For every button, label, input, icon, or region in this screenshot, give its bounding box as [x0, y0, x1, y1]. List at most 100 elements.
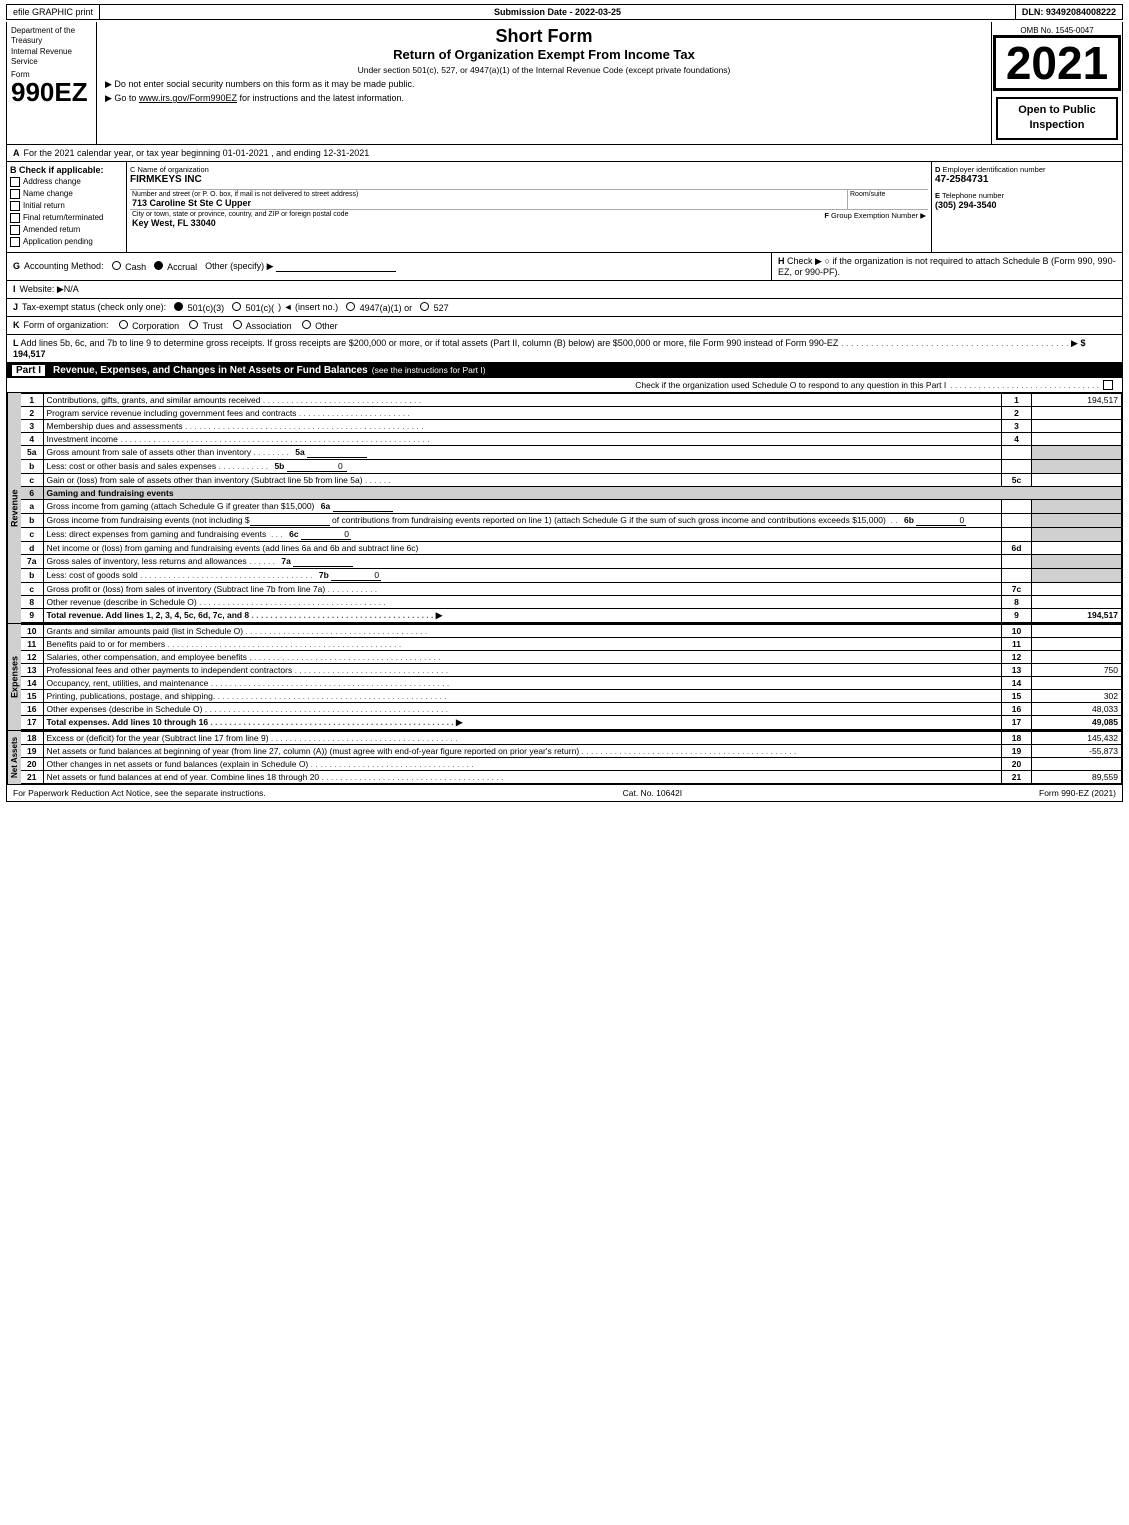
k-trust[interactable]: Trust — [189, 320, 223, 331]
j-option-2[interactable]: 501(c)( — [232, 302, 274, 313]
cash-option[interactable]: Cash — [112, 261, 147, 272]
j-radio-2[interactable] — [232, 302, 241, 311]
year-block: OMB No. 1545-0047 2021 Open to Public In… — [992, 22, 1122, 144]
city-state-row: City or town, state or province, country… — [130, 209, 928, 229]
table-row: 17 Total expenses. Add lines 10 through … — [21, 715, 1122, 729]
table-row: 21 Net assets or fund balances at end of… — [21, 770, 1122, 783]
section-f: F Group Exemption Number ▶ — [824, 211, 926, 228]
footer: For Paperwork Reduction Act Notice, see … — [6, 785, 1123, 802]
address-row: Number and street (or P. O. box, if mail… — [130, 189, 928, 209]
bcd-row: B Check if applicable: Address change Na… — [6, 162, 1123, 253]
expenses-table: 10 Grants and similar amounts paid (list… — [21, 624, 1122, 730]
check-application-pending[interactable]: Application pending — [10, 237, 123, 247]
paperwork-notice: For Paperwork Reduction Act Notice, see … — [13, 788, 266, 798]
k-corp[interactable]: Corporation — [119, 320, 180, 331]
ein-value: 47-2584731 — [935, 174, 1119, 185]
section-a-label: A — [13, 148, 20, 158]
k-other[interactable]: Other — [302, 320, 338, 331]
table-row: 16 Other expenses (describe in Schedule … — [21, 702, 1122, 715]
city-state-block: City or town, state or province, country… — [132, 211, 348, 228]
part-i-title: Revenue, Expenses, and Changes in Net As… — [53, 365, 368, 376]
page: efile GRAPHIC print Submission Date - 20… — [0, 0, 1129, 806]
section-a: A For the 2021 calendar year, or tax yea… — [6, 145, 1123, 162]
open-public-badge: Open to Public Inspection — [996, 97, 1118, 140]
table-row: 18 Excess or (deficit) for the year (Sub… — [21, 731, 1122, 744]
table-row: 7a Gross sales of inventory, less return… — [21, 554, 1122, 568]
other-option[interactable]: Other (specify) ▶ — [205, 261, 396, 272]
net-assets-table: 18 Excess or (deficit) for the year (Sub… — [21, 731, 1122, 784]
section-b: B Check if applicable: Address change Na… — [7, 162, 127, 252]
section-i: I Website: ▶N/A — [6, 281, 1123, 299]
top-bar: efile GRAPHIC print Submission Date - 20… — [6, 4, 1123, 20]
address-field: Number and street (or P. O. box, if mail… — [130, 190, 848, 209]
table-row: 13 Professional fees and other payments … — [21, 663, 1122, 676]
bullet2: ▶ Go to www.irs.gov/Form990EZ for instru… — [105, 93, 983, 104]
expenses-side-label: Expenses — [7, 624, 21, 730]
table-row: c Gross profit or (loss) from sales of i… — [21, 582, 1122, 595]
table-row: b Less: cost or other basis and sales ex… — [21, 459, 1122, 473]
j-option-5[interactable]: 527 — [420, 302, 449, 313]
table-row: 19 Net assets or fund balances at beginn… — [21, 744, 1122, 757]
table-row: 1 Contributions, gifts, grants, and simi… — [21, 393, 1122, 406]
table-row: 9 Total revenue. Add lines 1, 2, 3, 4, 5… — [21, 608, 1122, 622]
table-row: 20 Other changes in net assets or fund b… — [21, 757, 1122, 770]
check-address-change[interactable]: Address change — [10, 177, 123, 187]
j-radio-5[interactable] — [420, 302, 429, 311]
table-row: 14 Occupancy, rent, utilities, and maint… — [21, 676, 1122, 689]
k-assoc[interactable]: Association — [233, 320, 292, 331]
gh-row: G Accounting Method: Cash Accrual Other … — [6, 253, 1123, 281]
part-i-label: Part I — [12, 365, 45, 376]
return-title: Return of Organization Exempt From Incom… — [105, 47, 983, 62]
section-l: L Add lines 5b, 6c, and 7b to line 9 to … — [6, 335, 1123, 363]
j-radio-1[interactable] — [174, 302, 183, 311]
table-row: 2 Program service revenue including gove… — [21, 406, 1122, 419]
table-row: 4 Investment income . . . . . . . . . . … — [21, 432, 1122, 445]
revenue-section: Revenue 1 Contributions, gifts, grants, … — [6, 393, 1123, 624]
section-g: G Accounting Method: Cash Accrual Other … — [7, 253, 772, 280]
org-name-label: C Name of organization — [130, 165, 928, 174]
j-option-1[interactable]: 501(c)(3) — [174, 302, 224, 313]
accrual-radio[interactable] — [154, 261, 163, 270]
form-title-block: Short Form Return of Organization Exempt… — [97, 22, 992, 144]
check-initial-return[interactable]: Initial return — [10, 201, 123, 211]
dept-text: Department of the Treasury Internal Reve… — [11, 26, 92, 68]
revenue-side-label: Revenue — [7, 393, 21, 623]
table-row: c Gain or (loss) from sale of assets oth… — [21, 473, 1122, 486]
table-row: 12 Salaries, other compensation, and emp… — [21, 650, 1122, 663]
subtitle: Under section 501(c), 527, or 4947(a)(1)… — [105, 65, 983, 75]
phone-label: E Telephone number — [935, 191, 1119, 200]
table-row: 8 Other revenue (describe in Schedule O)… — [21, 595, 1122, 608]
section-k: K Form of organization: Corporation Trus… — [6, 317, 1123, 335]
submission-date: Submission Date - 2022-03-25 — [100, 5, 1016, 19]
j-option-4[interactable]: 4947(a)(1) or — [346, 302, 412, 313]
part-i-checkbox[interactable] — [1103, 380, 1113, 390]
dln: DLN: 93492084008222 — [1016, 5, 1122, 19]
year: 2021 — [993, 35, 1121, 91]
accrual-option[interactable]: Accrual — [154, 261, 197, 272]
net-assets-section: Net Assets 18 Excess or (deficit) for th… — [6, 731, 1123, 785]
table-row: c Less: direct expenses from gaming and … — [21, 527, 1122, 541]
check-final-return[interactable]: Final return/terminated — [10, 213, 123, 223]
part-i-header: Part I Revenue, Expenses, and Changes in… — [6, 363, 1123, 378]
omb-text: OMB No. 1545-0047 — [1020, 26, 1093, 35]
table-row: 10 Grants and similar amounts paid (list… — [21, 624, 1122, 637]
room-field: Room/suite — [848, 190, 928, 209]
table-row: 3 Membership dues and assessments . . . … — [21, 419, 1122, 432]
table-row: 6 Gaming and fundraising events — [21, 486, 1122, 499]
table-row: b Gross income from fundraising events (… — [21, 513, 1122, 527]
expenses-section: Expenses 10 Grants and similar amounts p… — [6, 624, 1123, 731]
section-c: C Name of organization FIRMKEYS INC Numb… — [127, 162, 932, 252]
check-name-change[interactable]: Name change — [10, 189, 123, 199]
main-header: Department of the Treasury Internal Reve… — [6, 22, 1123, 145]
form-ref: Form 990-EZ (2021) — [1039, 788, 1116, 798]
revenue-table: 1 Contributions, gifts, grants, and simi… — [21, 393, 1122, 623]
j-radio-4[interactable] — [346, 302, 355, 311]
cash-radio[interactable] — [112, 261, 121, 270]
phone-value: (305) 294-3540 — [935, 200, 1119, 210]
bullet1: ▶ Do not enter social security numbers o… — [105, 79, 983, 90]
table-row: d Net income or (loss) from gaming and f… — [21, 541, 1122, 554]
table-row: 11 Benefits paid to or for members . . .… — [21, 637, 1122, 650]
table-row: 5a Gross amount from sale of assets othe… — [21, 445, 1122, 459]
short-form-title: Short Form — [105, 26, 983, 47]
check-amended-return[interactable]: Amended return — [10, 225, 123, 235]
